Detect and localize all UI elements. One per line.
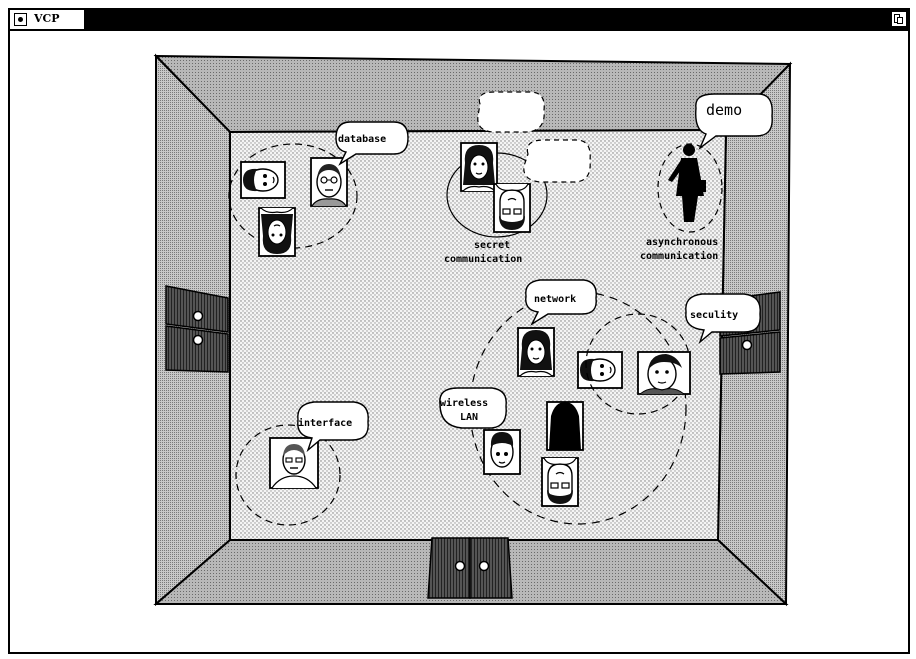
avatar[interactable] [240,161,286,199]
bubble-label: wireless [440,397,488,409]
bubble-label: database [338,134,386,145]
avatar[interactable] [517,327,555,377]
virtual-room: database secret communication demo async… [153,53,793,607]
avatar[interactable] [493,183,531,233]
bubble-label: LAN [460,412,478,423]
group-label: asynchronous [646,237,718,248]
room [153,53,793,607]
group-label: secret [474,240,510,251]
avatar[interactable] [577,351,623,389]
bubble-label: seculity [690,309,738,321]
avatar[interactable] [483,429,521,475]
avatar[interactable] [258,207,296,257]
bubble-label: interface [298,417,352,429]
group-label: communication [444,253,522,265]
bottom-door[interactable] [427,537,513,599]
avatar[interactable] [546,401,584,451]
bubble-label: demo [706,101,742,119]
avatar[interactable] [541,457,579,507]
bubble-label: network [534,294,576,305]
avatar[interactable] [637,351,691,395]
avatar[interactable] [310,157,348,207]
avatar[interactable] [460,142,498,192]
group-label: communication [640,250,718,262]
